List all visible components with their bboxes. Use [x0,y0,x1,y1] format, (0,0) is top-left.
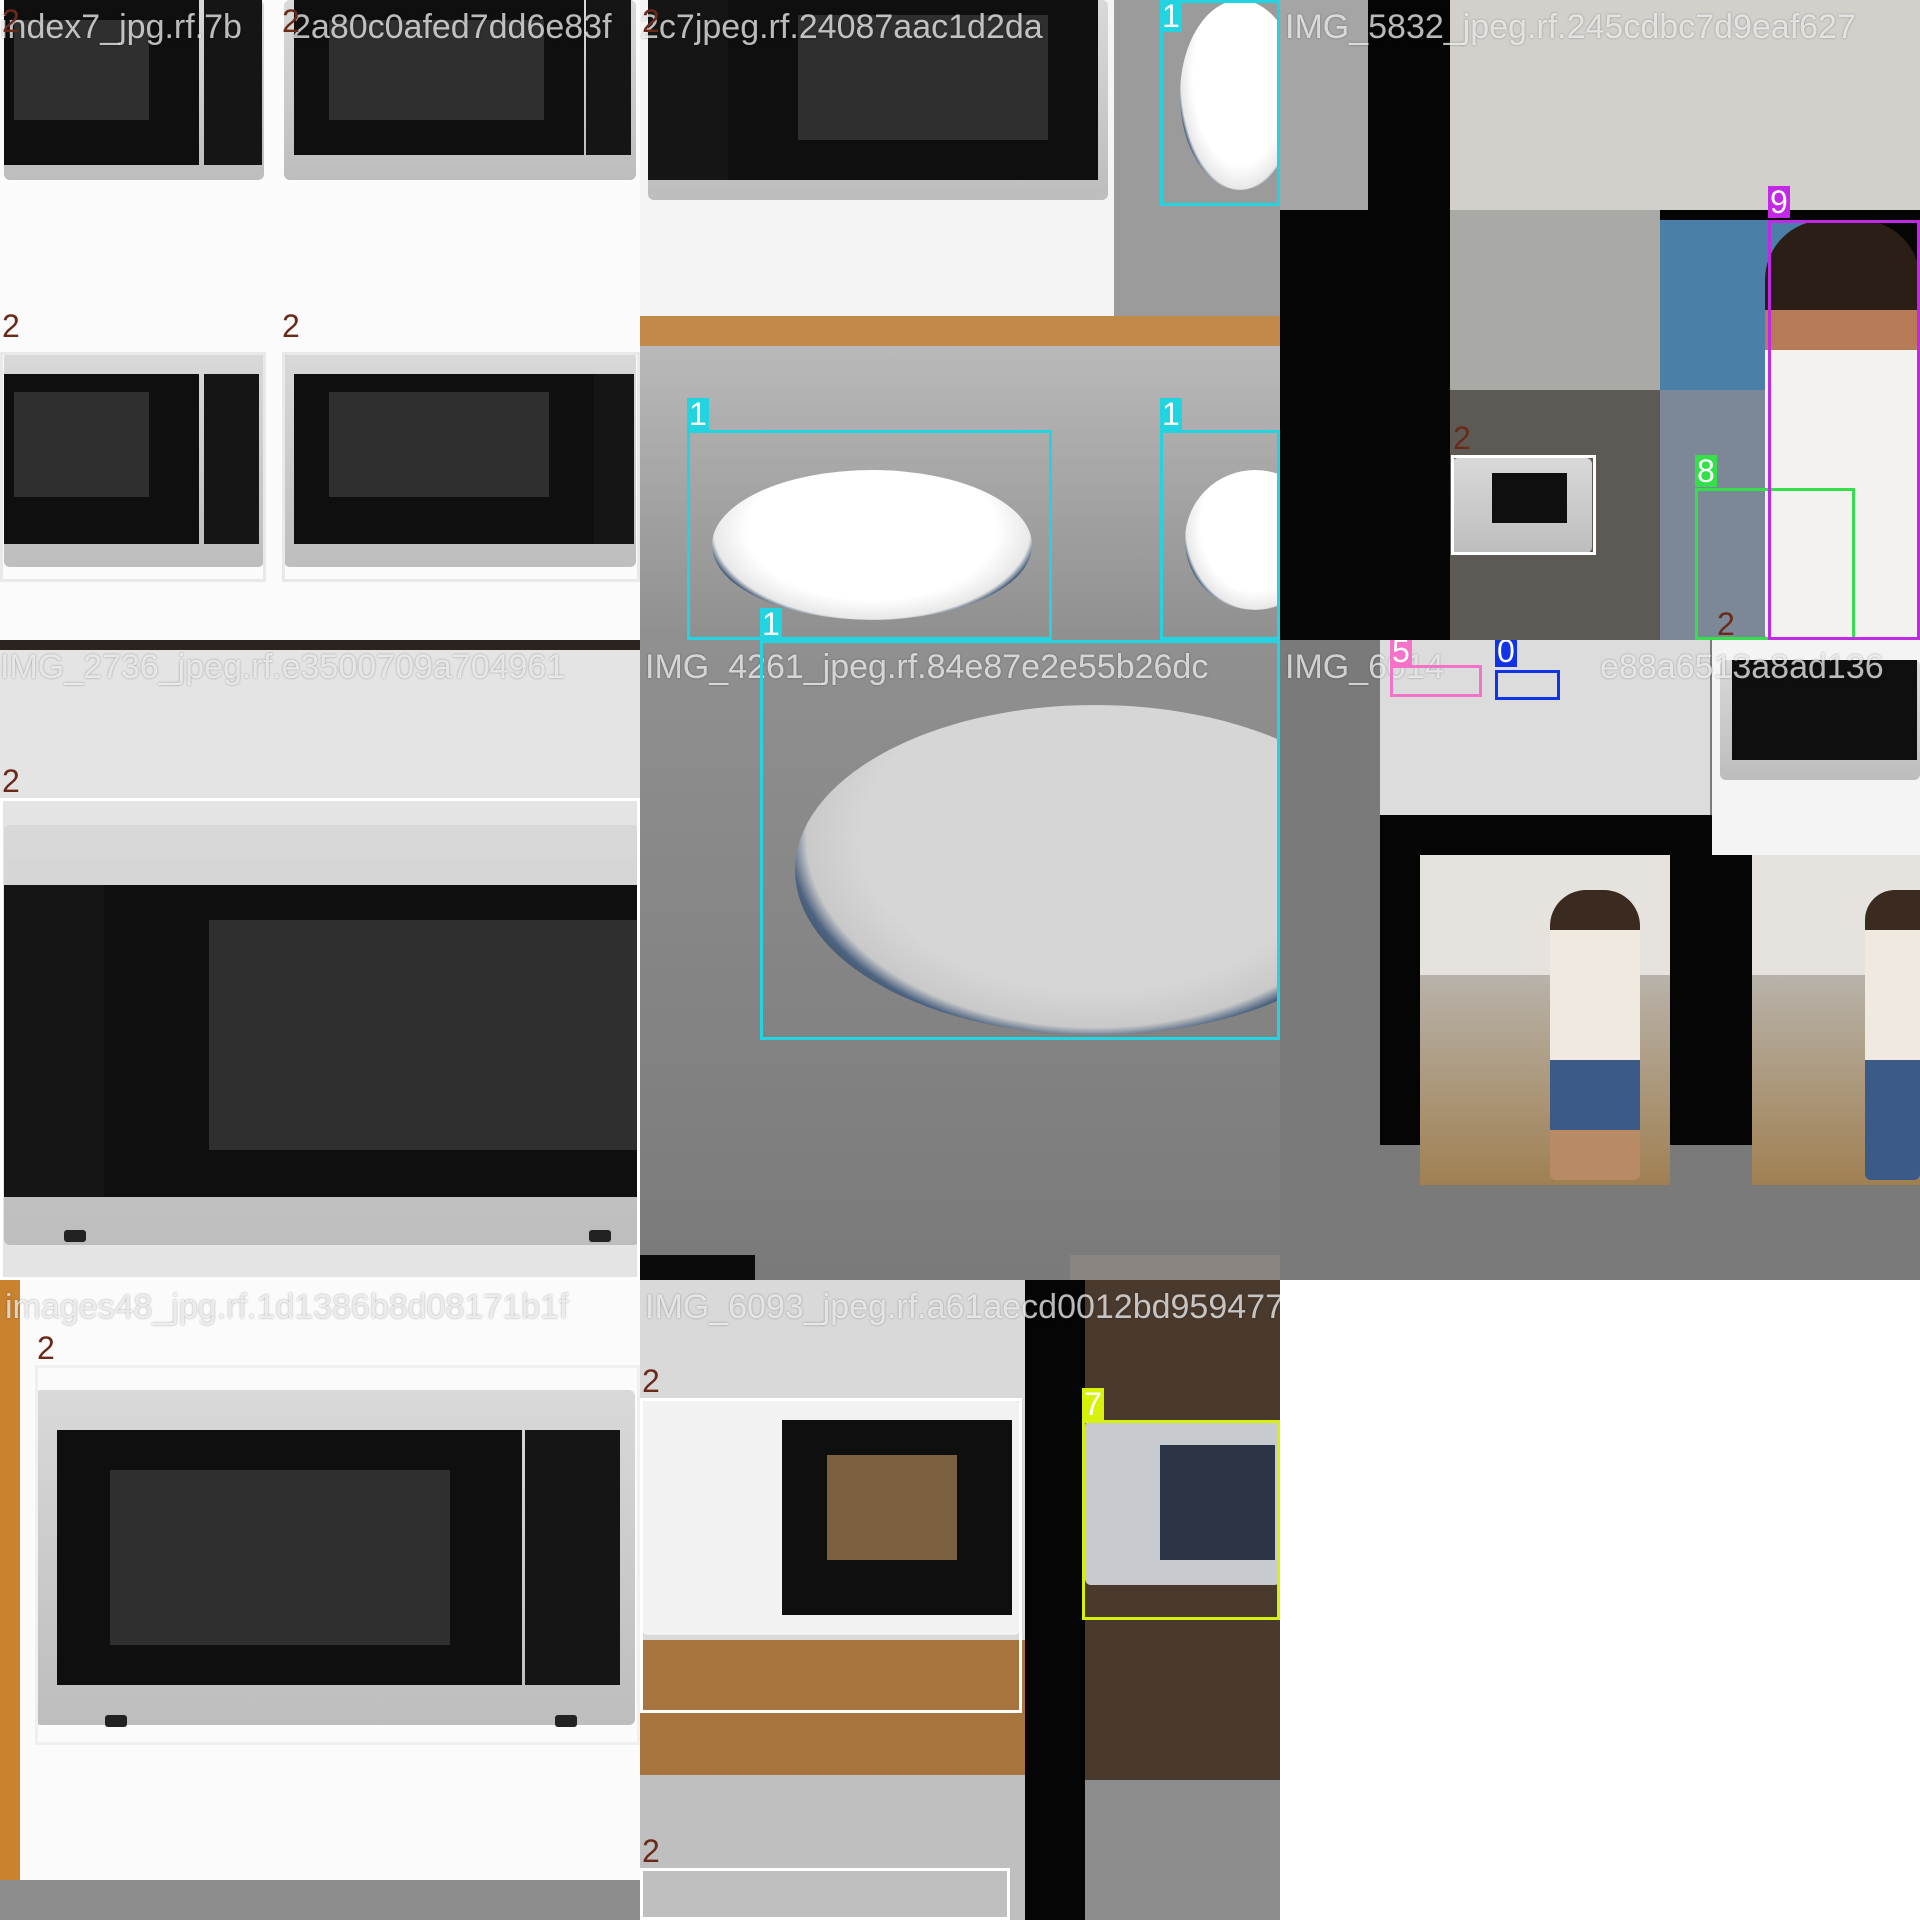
bbox-microwave [282,352,640,582]
class-label: 1 [1160,0,1182,34]
class-label: 2 [37,1330,55,1366]
bbox-plate [1160,430,1280,640]
bbox-object [1495,670,1560,700]
class-label: 1 [760,606,782,640]
class-label: 2 [642,1833,660,1869]
bbox-microwave [640,1868,1010,1920]
tile-microwave-grid: 2 2 2 2 index7_jpg.rf.7b 2a80c0afed7dd6e… [0,0,640,640]
tile-microwave-pair: 7 2 2 IMG_6093_jpeg.rf.a61aecd0012bd9594… [640,1280,1280,1920]
tile-person-microwave: 5 0 IMG_6014 e88a6513a8ad136 [1280,640,1920,1280]
class-label: 2 [642,1363,660,1399]
class-label: 5 [1390,640,1412,667]
class-label: 2 [282,308,300,344]
bbox-microwave [640,1398,1022,1713]
class-label: 1 [687,396,709,432]
bbox-microwave [1451,455,1596,555]
class-label: 7 [1082,1386,1104,1422]
image-filename: 2c7jpeg.rf.24087aac1d2da [640,8,1043,46]
person-image [1865,890,1920,1180]
image-filename: e88a6513a8ad136 [1600,648,1884,686]
tile-microwave-plates: 1 1 1 1 2 2c7jpeg.rf.24087aac1d2da [640,0,1280,640]
image-filename: IMG_6093_jpeg.rf.a61aecd0012bd9594773316 [645,1288,1280,1326]
tile-kitchen-person: 9 8 2 2 IMG_5832_jpeg.rf.245cdbc7d9eaf62… [1280,0,1920,640]
class-label: 9 [1768,184,1790,220]
image-filename: 2a80c0afed7dd6e83f [292,8,612,46]
bbox-plate [760,640,1280,1040]
class-label: 2 [2,3,20,39]
class-label: 1 [1160,396,1182,432]
person-image [1550,890,1640,1180]
image-filename: index7_jpg.rf.7b [0,8,242,46]
bbox-person [1768,220,1920,640]
bbox-bowl [1390,665,1482,697]
class-label: 2 [2,763,20,799]
class-label: 2 [1453,420,1471,456]
class-label: 2 [2,308,20,344]
class-label: 2 [642,3,660,39]
class-label: 2 [282,3,300,39]
bbox-oven [1082,1420,1280,1620]
bbox-plate [687,430,1052,640]
class-label: 2 [1717,606,1735,640]
class-label: 8 [1695,453,1717,489]
image-filename: IMG_5832_jpeg.rf.245cdbc7d9eaf627 [1285,8,1856,46]
image-filename: images48_jpg.rf.1d1386b8d08171b1f [5,1288,569,1326]
empty-tile [1280,1280,1920,1920]
tile-large-microwave: 2 IMG_2736_jpeg.rf.e3500709a704961 [0,640,640,1280]
bbox-microwave [0,798,640,1280]
tile-microwave-bottom: 2 images48_jpg.rf.1d1386b8d08171b1f [0,1280,640,1920]
image-filename: IMG_2736_jpeg.rf.e3500709a704961 [0,648,566,686]
bbox-microwave [0,352,266,582]
tile-large-plate: IMG_4261_jpeg.rf.84e87e2e55b26dc [640,640,1280,1280]
bbox-microwave [35,1365,640,1745]
class-label: 0 [1495,640,1517,667]
